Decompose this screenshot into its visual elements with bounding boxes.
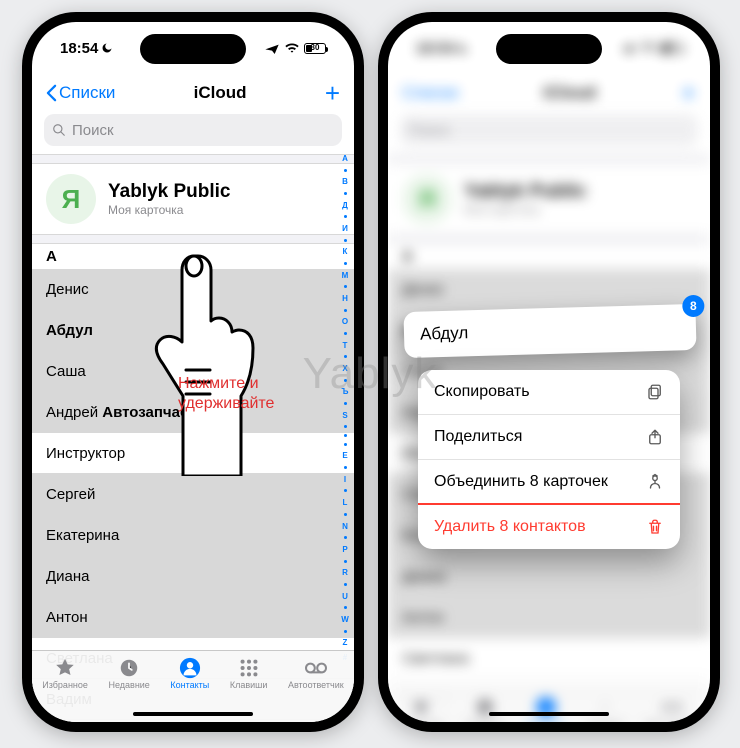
- do-not-disturb-icon: [457, 42, 469, 54]
- wifi-icon: [284, 42, 300, 54]
- status-time: 18:54: [60, 40, 113, 57]
- search-icon: [52, 123, 66, 137]
- phone-left: 18:54 30 Списки iCloud + Поиск Я: [22, 12, 364, 732]
- airplane-icon: [620, 42, 636, 54]
- avatar: Я: [46, 174, 96, 224]
- page-title: iCloud: [194, 83, 247, 103]
- drag-preview[interactable]: Абдул 8: [403, 304, 696, 358]
- voicemail-icon: [304, 657, 328, 679]
- merge-icon: [646, 473, 664, 491]
- contact-row[interactable]: Денис: [32, 269, 354, 310]
- home-indicator[interactable]: [489, 712, 609, 716]
- context-menu: Скопировать Поделиться Объединить 8 карт…: [418, 370, 680, 549]
- dynamic-island: [496, 34, 602, 64]
- drag-contact-name: Абдул: [420, 323, 469, 343]
- add-button[interactable]: +: [325, 78, 340, 109]
- menu-share[interactable]: Поделиться: [418, 415, 680, 460]
- my-card[interactable]: Я Yablyk Public Моя карточка: [32, 164, 354, 234]
- navbar: Списки iCloud +: [32, 74, 354, 112]
- dynamic-island: [140, 34, 246, 64]
- tab-voicemail[interactable]: Автоответчик: [288, 657, 344, 722]
- back-button[interactable]: Списки: [46, 83, 115, 103]
- menu-merge[interactable]: Объединить 8 карточек: [418, 460, 680, 505]
- battery-icon: 30: [304, 43, 326, 54]
- tab-favorites[interactable]: Избранное: [42, 657, 88, 722]
- separator: [32, 234, 354, 244]
- keypad-icon: [237, 657, 261, 679]
- home-indicator[interactable]: [133, 712, 253, 716]
- phone-right: 18:54 30 СпискиiCloud+ Поиск ЯYablyk Pub…: [378, 12, 720, 732]
- my-card-name: Yablyk Public: [108, 181, 231, 203]
- copy-icon: [646, 383, 664, 401]
- wifi-icon: [640, 42, 656, 54]
- menu-copy[interactable]: Скопировать: [418, 370, 680, 415]
- contact-row[interactable]: Абдул: [32, 310, 354, 351]
- chevron-left-icon: [46, 84, 57, 102]
- contact-row[interactable]: Инструктор: [32, 433, 354, 474]
- menu-delete[interactable]: Удалить 8 контактов: [418, 503, 680, 549]
- selection-count-badge: 8: [682, 295, 704, 317]
- my-card-subtitle: Моя карточка: [108, 203, 231, 217]
- do-not-disturb-icon: [101, 42, 113, 54]
- separator: [32, 154, 354, 164]
- share-icon: [646, 428, 664, 446]
- index-rail[interactable]: АВДИКМНОТХЪSEILNPRUWZ#: [338, 154, 352, 662]
- person-icon: [178, 657, 202, 679]
- search-input[interactable]: Поиск: [44, 114, 342, 146]
- contact-row[interactable]: Екатерина: [32, 515, 354, 556]
- section-header: A: [32, 244, 354, 269]
- contact-row[interactable]: Диана: [32, 556, 354, 597]
- search-placeholder: Поиск: [72, 122, 114, 139]
- star-icon: [53, 657, 77, 679]
- contact-row[interactable]: Сергей: [32, 474, 354, 515]
- instruction-text: Нажмите и удерживайте: [178, 374, 274, 414]
- trash-icon: [646, 518, 664, 536]
- screen-right: 18:54 30 СпискиiCloud+ Поиск ЯYablyk Pub…: [388, 22, 710, 722]
- contact-row[interactable]: Антон: [32, 597, 354, 638]
- airplane-icon: [264, 42, 280, 54]
- time-text: 18:54: [60, 40, 98, 57]
- clock-icon: [117, 657, 141, 679]
- back-label: Списки: [59, 83, 115, 103]
- screen-left: 18:54 30 Списки iCloud + Поиск Я: [32, 22, 354, 722]
